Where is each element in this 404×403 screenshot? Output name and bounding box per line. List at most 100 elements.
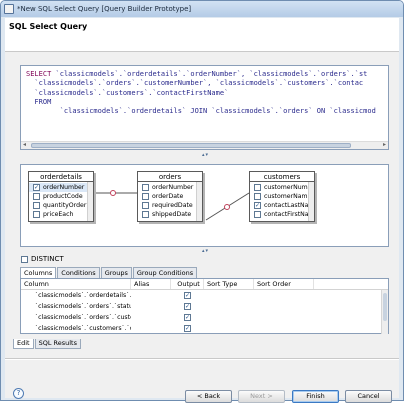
table-column-row[interactable]: ✓ contactLastNam	[250, 201, 314, 210]
join-marker-icon[interactable]	[110, 190, 116, 196]
column-checkbox[interactable]	[254, 193, 261, 200]
column-checkbox[interactable]: ✓	[254, 202, 261, 209]
table-column-row[interactable]: customerNam	[250, 192, 314, 201]
grid-cell-column[interactable]: `classicmodels`.`orderdetails`.`o...	[21, 292, 131, 299]
column-checkbox[interactable]	[142, 211, 149, 218]
table-columns: orderNumber orderDate requiredDate shippedD…	[138, 182, 202, 221]
table-diagram[interactable]: orderdetails ✓ orderNumber productCode quant…	[20, 164, 389, 247]
column-name: shippedDate	[152, 211, 192, 218]
tab-sql-results[interactable]: SQL Results	[34, 339, 81, 349]
sql-fragment: `classicmodels`.`orderdetails` JOIN `cla…	[26, 107, 376, 116]
table-column-row[interactable]: quantityOrder	[29, 201, 93, 210]
grid-cell-output[interactable]: ✓	[171, 325, 204, 332]
column-checkbox[interactable]	[142, 184, 149, 191]
back-button[interactable]: < Back	[185, 390, 232, 403]
sql-horizontal-scrollbar[interactable]: ◂ ▸	[21, 141, 388, 149]
column-name: contactFirstNam	[264, 211, 314, 218]
table-column-row[interactable]: contactFirstNam	[250, 210, 314, 219]
sql-fragment: `classicmodels`.`customers`.`contactFirs…	[26, 88, 229, 97]
grid-column-header[interactable]: Sort Order	[254, 279, 314, 289]
table-column-row[interactable]: shippedDate	[138, 210, 202, 219]
table-scrollbar[interactable]	[196, 182, 202, 221]
join-marker-icon[interactable]	[224, 204, 230, 210]
finish-button[interactable]: Finish	[292, 390, 339, 403]
window-title: *New SQL Select Query [Query Builder Pro…	[17, 5, 192, 13]
tab-group-conditions[interactable]: Group Conditions	[132, 267, 198, 278]
sql-editor[interactable]: SELECT `classicmodels`.`orderdetails`.`o…	[20, 65, 389, 150]
sql-fragment: `classicmodels`.`orderdetails`.`orderNum…	[51, 70, 368, 78]
grid-cell-output[interactable]: ✓	[171, 314, 204, 321]
sql-line: SELECT `classicmodels`.`orderdetails`.`o…	[26, 70, 384, 79]
scrollbar-thumb[interactable]	[31, 143, 351, 148]
grid-vertical-scrollbar[interactable]	[381, 290, 388, 334]
tab-conditions[interactable]: Conditions	[57, 267, 100, 278]
sql-line: `classicmodels`.`orders`.`customerNumber…	[26, 79, 384, 88]
table-column-row[interactable]: priceEach	[29, 210, 93, 219]
table-title: orderdetails	[29, 172, 93, 182]
column-checkbox[interactable]	[142, 202, 149, 209]
column-name: quantityOrder	[43, 202, 87, 209]
help-button[interactable]: ?	[13, 388, 24, 399]
column-checkbox[interactable]	[33, 193, 40, 200]
columns-grid[interactable]: Column Alias Output Sort Type Sort Order `cl…	[20, 278, 389, 334]
sql-fragment: `classicmodels`.`orders`.`customerNumber…	[26, 79, 364, 88]
table-row[interactable]: `classicmodels`.`orders`.`custo... ✓	[21, 312, 388, 323]
scrollbar-thumb[interactable]	[383, 293, 387, 321]
grid-cell-column[interactable]: `classicmodels`.`orders`.`custo...	[21, 314, 131, 321]
column-checkbox[interactable]	[254, 184, 261, 191]
table-column-row[interactable]: customerNum	[250, 183, 314, 192]
sql-fragment: FROM	[26, 97, 52, 106]
table-scrollbar[interactable]	[87, 182, 93, 221]
sql-line: `classicmodels`.`customers`.`contactFirs…	[26, 89, 384, 98]
grid-column-header[interactable]: Column	[21, 279, 131, 289]
wizard-header: SQL Select Query	[5, 18, 399, 52]
grid-cell-column[interactable]: `classicmodels`.`customers`.`co...	[21, 325, 131, 332]
distinct-checkbox-row[interactable]: DISTINCT	[21, 255, 64, 263]
tab-edit[interactable]: Edit	[13, 339, 34, 349]
table-columns: ✓ orderNumber productCode quantityOrder pric…	[29, 182, 93, 221]
app-icon	[4, 4, 14, 14]
output-checkbox[interactable]: ✓	[184, 292, 191, 299]
grid-column-header[interactable]: Alias	[131, 279, 171, 289]
table-orders[interactable]: orders orderNumber orderDate requiredDate sh…	[137, 171, 203, 222]
cancel-button[interactable]: Cancel	[345, 390, 392, 403]
column-checkbox[interactable]	[142, 193, 149, 200]
title-bar[interactable]: *New SQL Select Query [Query Builder Pro…	[1, 1, 403, 17]
column-name: orderDate	[152, 193, 184, 200]
next-button[interactable]: Next >	[238, 390, 285, 403]
scroll-right-icon[interactable]: ▸	[383, 141, 386, 148]
output-checkbox[interactable]: ✓	[184, 325, 191, 332]
table-column-row[interactable]: orderNumber	[138, 183, 202, 192]
output-checkbox[interactable]: ✓	[184, 314, 191, 321]
grid-cell-column[interactable]: `classicmodels`.`orders`.`status`	[21, 303, 131, 310]
table-scrollbar[interactable]	[308, 182, 314, 221]
tab-groups[interactable]: Groups	[100, 267, 132, 278]
sash-handle-icon[interactable]: ▴▾	[202, 248, 209, 254]
grid-cell-output[interactable]: ✓	[171, 303, 204, 310]
column-checkbox[interactable]	[33, 202, 40, 209]
column-checkbox[interactable]	[254, 211, 261, 218]
grid-cell-output[interactable]: ✓	[171, 292, 204, 299]
table-column-row[interactable]: ✓ orderNumber	[29, 183, 93, 192]
table-column-row[interactable]: productCode	[29, 192, 93, 201]
table-row[interactable]: `classicmodels`.`orders`.`status` ✓	[21, 301, 388, 312]
table-row[interactable]: `classicmodels`.`orderdetails`.`o... ✓	[21, 290, 388, 301]
table-customers[interactable]: customers customerNum customerNam ✓ contactL…	[249, 171, 315, 222]
output-checkbox[interactable]: ✓	[184, 303, 191, 310]
table-orderdetails[interactable]: orderdetails ✓ orderNumber productCode quant…	[28, 171, 94, 222]
column-checkbox[interactable]	[33, 211, 40, 218]
table-column-row[interactable]: orderDate	[138, 192, 202, 201]
column-checkbox[interactable]: ✓	[33, 184, 40, 191]
column-name: orderNumber	[43, 184, 85, 191]
column-name: orderNumber	[152, 184, 194, 191]
distinct-checkbox[interactable]	[21, 255, 28, 263]
grid-column-header[interactable]: Sort Type	[204, 279, 254, 289]
column-name: customerNam	[264, 193, 308, 200]
scroll-left-icon[interactable]: ◂	[23, 141, 26, 148]
sql-text[interactable]: SELECT `classicmodels`.`orderdetails`.`o…	[26, 70, 384, 139]
sash-handle-icon[interactable]: ▴▾	[202, 152, 209, 158]
table-row[interactable]: `classicmodels`.`customers`.`co... ✓	[21, 323, 388, 334]
table-column-row[interactable]: requiredDate	[138, 201, 202, 210]
column-name: customerNum	[264, 184, 308, 191]
grid-column-header[interactable]: Output	[171, 279, 204, 289]
